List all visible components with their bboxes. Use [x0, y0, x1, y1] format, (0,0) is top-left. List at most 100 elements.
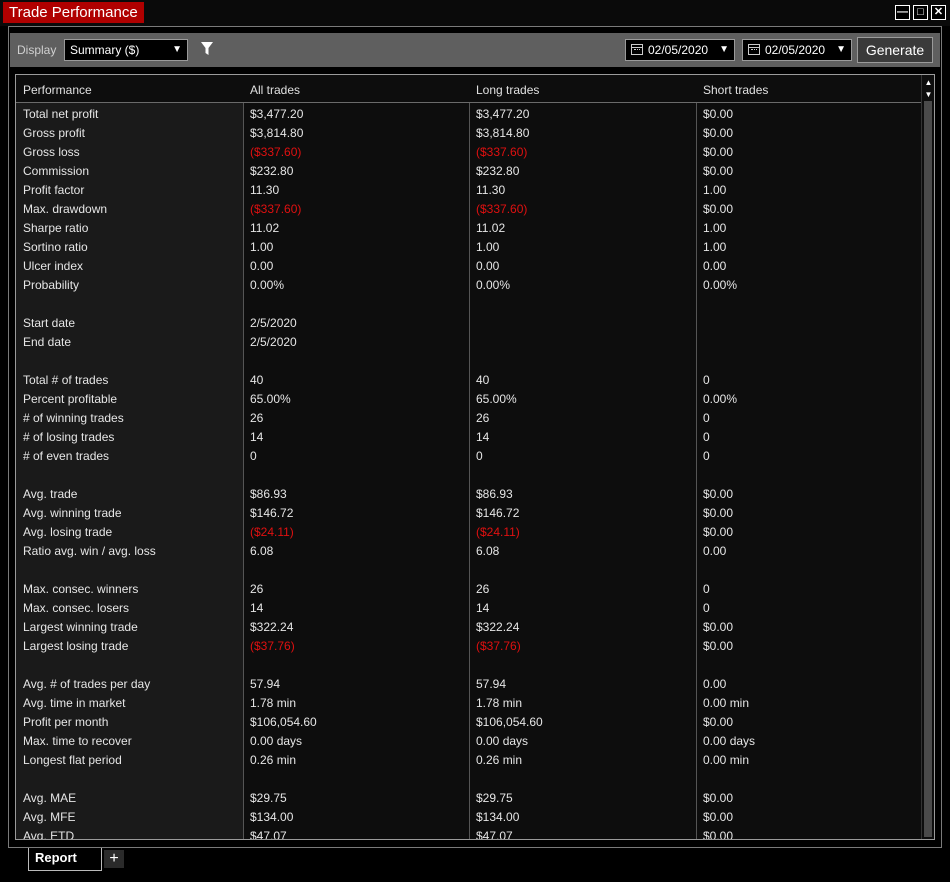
column-header-short-trades[interactable]: Short trades: [703, 83, 768, 97]
table-cell: $29.75: [250, 791, 287, 805]
chevron-down-icon: ▼: [719, 44, 729, 55]
table-cell: 11.30: [476, 183, 506, 197]
maximize-icon[interactable]: □: [913, 5, 928, 20]
table-row: [16, 560, 922, 579]
row-label: End date: [23, 335, 72, 349]
table-cell: 0.26 min: [476, 753, 523, 767]
table-cell: ($337.60): [250, 145, 302, 159]
row-label: Start date: [23, 316, 76, 330]
table-row: # of losing trades 14 14 0: [16, 427, 922, 446]
table-cell: 26: [250, 411, 264, 425]
row-label: Percent profitable: [23, 392, 118, 406]
table-cell: 0.00: [476, 259, 500, 273]
chevron-down-icon: ▼: [836, 44, 846, 55]
date-to-value: 02/05/2020: [765, 43, 826, 57]
table-cell: $106,054.60: [476, 715, 543, 729]
table-cell: 1.00: [703, 240, 727, 254]
table-row: Avg. trade $86.93 $86.93 $0.00: [16, 484, 922, 503]
table-cell: 26: [250, 582, 264, 596]
row-label: Sortino ratio: [23, 240, 88, 254]
scroll-down-icon[interactable]: ▼: [923, 89, 934, 100]
table-row: # of winning trades 26 26 0: [16, 408, 922, 427]
table-cell: $0.00: [703, 487, 734, 501]
table-cell: $0.00: [703, 525, 734, 539]
table-cell: 0.00: [703, 677, 727, 691]
table-cell: ($37.76): [250, 639, 295, 653]
row-label: Total # of trades: [23, 373, 109, 387]
table-row: Total # of trades 40 40 0: [16, 370, 922, 389]
table-row: Avg. MAE $29.75 $29.75 $0.00: [16, 788, 922, 807]
row-label: Gross loss: [23, 145, 80, 159]
table-cell: $86.93: [476, 487, 513, 501]
table-cell: 0: [703, 411, 710, 425]
row-label: Max. time to recover: [23, 734, 132, 748]
table-cell: 1.00: [703, 221, 727, 235]
tab-bar: Report +: [8, 848, 942, 872]
table-cell: 0: [703, 449, 710, 463]
column-header-long-trades[interactable]: Long trades: [476, 83, 539, 97]
table-row: Ratio avg. win / avg. loss 6.08 6.08 0.00: [16, 541, 922, 560]
row-label: # of even trades: [23, 449, 110, 463]
table-row: Sharpe ratio 11.02 11.02 1.00: [16, 218, 922, 237]
chevron-down-icon: ▼: [172, 44, 182, 55]
table-cell: $86.93: [250, 487, 287, 501]
table-cell: $0.00: [703, 506, 734, 520]
scroll-up-icon[interactable]: ▲: [923, 77, 934, 88]
window-controls: — □ ✕: [895, 5, 946, 20]
table-cell: 6.08: [250, 544, 274, 558]
filter-icon[interactable]: [200, 41, 214, 57]
row-label: Avg. MAE: [23, 791, 77, 805]
table-cell: 14: [250, 601, 264, 615]
table-cell: 11.02: [250, 221, 280, 235]
row-label: Max. consec. losers: [23, 601, 130, 615]
table-cell: 0.00 days: [476, 734, 529, 748]
date-from-picker[interactable]: 02/05/2020 ▼: [625, 39, 735, 61]
table-row: # of even trades 0 0 0: [16, 446, 922, 465]
row-label: Avg. ETD: [23, 829, 75, 840]
table-cell: 0.00 min: [703, 696, 750, 710]
table-row: Max. drawdown ($337.60) ($337.60) $0.00: [16, 199, 922, 218]
table-cell: 0: [703, 430, 710, 444]
row-label: Gross profit: [23, 126, 86, 140]
tab-report[interactable]: Report: [28, 848, 102, 871]
add-tab-button[interactable]: +: [104, 850, 124, 868]
table-row: Total net profit $3,477.20 $3,477.20 $0.00: [16, 104, 922, 123]
date-to-picker[interactable]: 02/05/2020 ▼: [742, 39, 852, 61]
table-cell: $0.00: [703, 145, 734, 159]
vertical-scrollbar[interactable]: ▲ ▼: [921, 75, 934, 839]
table-cell: 1.00: [250, 240, 274, 254]
table-cell: 0.00%: [250, 278, 285, 292]
table-row: Start date 2/5/2020: [16, 313, 922, 332]
table-cell: $3,477.20: [250, 107, 304, 121]
display-select[interactable]: Summary ($) ▼: [64, 39, 188, 61]
table-row: Avg. # of trades per day 57.94 57.94 0.00: [16, 674, 922, 693]
table-row: Commission $232.80 $232.80 $0.00: [16, 161, 922, 180]
table-row: Ulcer index 0.00 0.00 0.00: [16, 256, 922, 275]
table-row: Gross profit $3,814.80 $3,814.80 $0.00: [16, 123, 922, 142]
table-cell: $3,814.80: [476, 126, 530, 140]
scrollbar-thumb[interactable]: [924, 101, 932, 837]
row-label: Ulcer index: [23, 259, 84, 273]
row-label: Largest losing trade: [23, 639, 129, 653]
performance-grid: Performance All trades Long trades Short…: [15, 74, 935, 840]
title-bar[interactable]: Trade Performance — □ ✕: [0, 0, 950, 26]
table-cell: 40: [476, 373, 490, 387]
row-label: Avg. losing trade: [23, 525, 113, 539]
table-row: [16, 465, 922, 484]
content-frame: Display Summary ($) ▼ 02/05/2020 ▼ 02/05…: [8, 26, 942, 848]
table-cell: $0.00: [703, 202, 734, 216]
column-header-performance[interactable]: Performance: [23, 83, 92, 97]
column-header-all-trades[interactable]: All trades: [250, 83, 300, 97]
table-row: Gross loss ($337.60) ($337.60) $0.00: [16, 142, 922, 161]
table-cell: ($37.76): [476, 639, 521, 653]
table-cell: 0: [703, 582, 710, 596]
generate-button[interactable]: Generate: [857, 37, 933, 63]
table-cell: $106,054.60: [250, 715, 317, 729]
row-label: Commission: [23, 164, 90, 178]
table-cell: 0.00 min: [703, 753, 750, 767]
table-row: End date 2/5/2020: [16, 332, 922, 351]
minimize-icon[interactable]: —: [895, 5, 910, 20]
row-label: Avg. time in market: [23, 696, 126, 710]
table-row: Avg. losing trade ($24.11) ($24.11) $0.00: [16, 522, 922, 541]
close-icon[interactable]: ✕: [931, 5, 946, 20]
